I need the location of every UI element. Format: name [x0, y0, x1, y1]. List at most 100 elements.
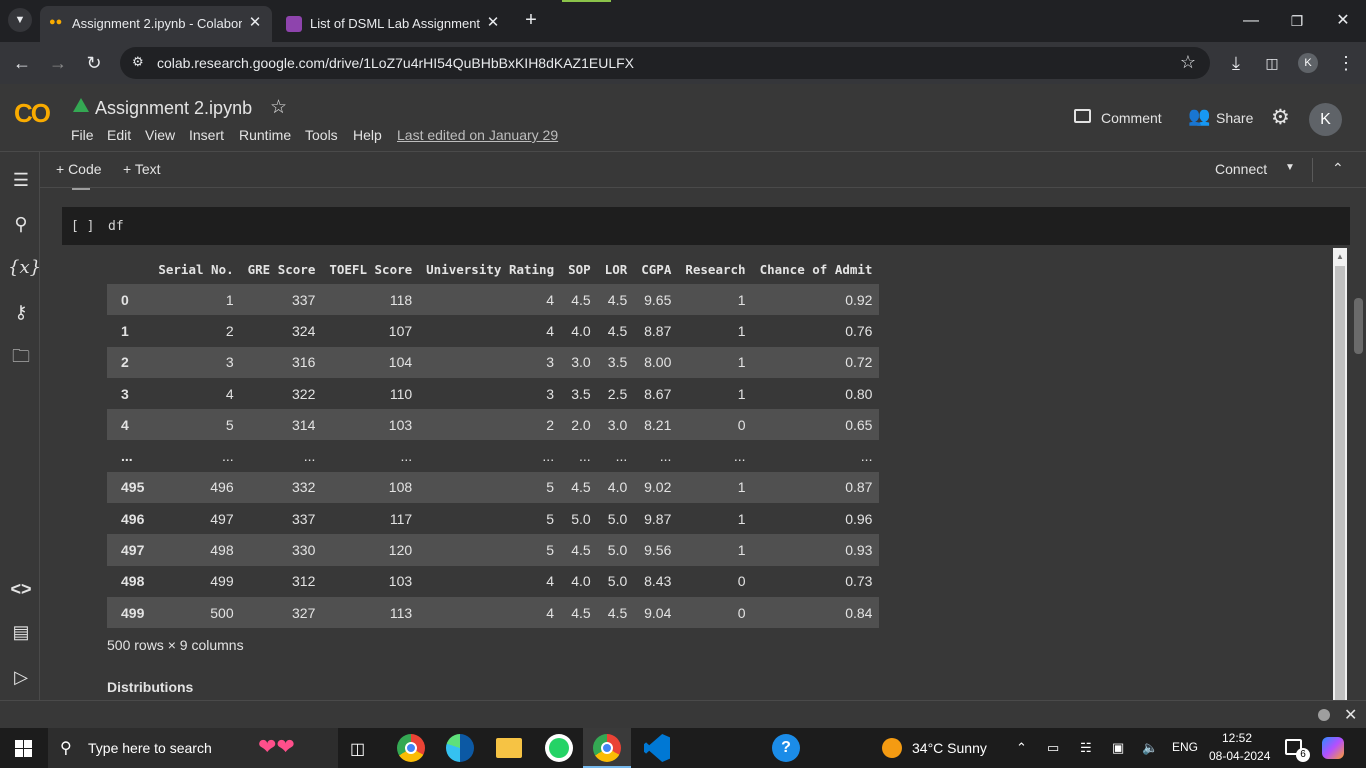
connect-button[interactable]: Connect: [1215, 161, 1267, 177]
tab-dsml-list[interactable]: List of DSML Lab Assignment ✕: [274, 6, 510, 42]
search-icon[interactable]: ⚲: [8, 211, 34, 237]
add-text-button[interactable]: + Text: [123, 161, 161, 177]
collapse-header-icon[interactable]: ⌃: [1332, 160, 1344, 177]
table-cell: 4: [419, 565, 562, 597]
table-row: 497 498 330 120 5 4.5 5.0 9.56 1 0.93: [107, 534, 880, 566]
files-folder-icon[interactable]: 🗀: [8, 343, 34, 369]
table-cell: 2: [151, 315, 241, 347]
chrome-icon[interactable]: [397, 734, 425, 762]
table-cell: 9.02: [634, 471, 679, 504]
forward-button[interactable]: →: [44, 50, 72, 76]
star-icon[interactable]: ☆: [270, 96, 287, 119]
status-close-icon[interactable]: ✕: [1344, 705, 1357, 725]
output-scrollbar[interactable]: ▲: [1333, 248, 1347, 700]
row-index: 498: [107, 565, 152, 597]
scroll-up-arrow-icon[interactable]: ▲: [1336, 252, 1344, 261]
table-cell: 103: [322, 565, 420, 597]
restore-button[interactable]: ❐: [1279, 8, 1315, 34]
url-text[interactable]: colab.research.google.com/drive/1LoZ7u4r…: [157, 55, 634, 71]
run-cell-button[interactable]: [ ]: [71, 219, 94, 234]
edge-icon[interactable]: [446, 734, 474, 762]
table-cell: 5: [419, 471, 562, 504]
browser-menu-icon[interactable]: ⋮: [1332, 50, 1360, 76]
side-panel-icon[interactable]: ◫: [1258, 50, 1286, 76]
secrets-key-icon[interactable]: ⚷: [8, 299, 34, 325]
download-icon[interactable]: ⤓: [1222, 50, 1250, 76]
tab-assignment[interactable]: ●● Assignment 2.ipynb - Colaborat ✕: [40, 6, 272, 42]
output-scroll-thumb[interactable]: [1335, 266, 1345, 700]
menu-runtime[interactable]: Runtime: [239, 127, 291, 143]
comment-button[interactable]: Comment: [1101, 110, 1162, 126]
table-cell: 3: [419, 377, 562, 410]
menu-edit[interactable]: Edit: [107, 127, 131, 143]
tab-title: List of DSML Lab Assignment: [310, 16, 481, 31]
column-header: CGPA: [641, 261, 672, 277]
page-scrollbar[interactable]: [1351, 188, 1366, 700]
user-avatar[interactable]: K: [1309, 103, 1342, 136]
tab-search-button[interactable]: ▼: [8, 8, 32, 32]
reload-button[interactable]: ↻: [80, 50, 108, 76]
taskbar-search-placeholder[interactable]: Type here to search: [88, 740, 212, 756]
task-view-icon[interactable]: ◫: [350, 739, 365, 759]
menu-tools[interactable]: Tools: [305, 127, 338, 143]
profile-avatar[interactable]: K: [1298, 53, 1318, 73]
table-cell: 1: [678, 346, 753, 378]
meet-icon[interactable]: ▣: [1112, 740, 1124, 756]
battery-icon[interactable]: ▭: [1047, 740, 1059, 756]
clock-date[interactable]: 08-04-2024: [1209, 749, 1270, 763]
whatsapp-icon[interactable]: [545, 734, 573, 762]
menu-view[interactable]: View: [145, 127, 175, 143]
table-cell: 0.73: [752, 565, 880, 597]
code-cell[interactable]: [ ] df: [62, 207, 1350, 245]
table-cell: 9.65: [634, 284, 679, 316]
page-scroll-thumb[interactable]: [1354, 298, 1363, 354]
connect-dropdown-icon[interactable]: ▼: [1285, 162, 1295, 173]
bookmark-star-icon[interactable]: ☆: [1180, 52, 1196, 73]
tab-close-icon[interactable]: ✕: [484, 14, 502, 32]
vscode-icon[interactable]: [644, 734, 670, 762]
cell-code[interactable]: df: [108, 219, 124, 234]
share-button[interactable]: Share: [1216, 110, 1253, 126]
table-cell: 4.0: [597, 471, 635, 504]
clock-time[interactable]: 12:52: [1222, 731, 1252, 745]
row-index: 496: [107, 503, 152, 535]
network-icon[interactable]: ☵: [1080, 740, 1092, 756]
close-window-button[interactable]: ✕: [1325, 8, 1361, 34]
tab-close-icon[interactable]: ✕: [246, 14, 264, 32]
colab-logo[interactable]: CO: [14, 98, 51, 129]
code-snippets-icon[interactable]: <>: [8, 576, 34, 602]
add-code-button[interactable]: + Code: [56, 161, 102, 177]
table-cell: 4.5: [561, 284, 598, 316]
last-edited-link[interactable]: Last edited on January 29: [397, 127, 558, 143]
language-indicator[interactable]: ENG: [1172, 740, 1198, 754]
menu-file[interactable]: File: [71, 127, 94, 143]
settings-gear-icon[interactable]: ⚙: [1271, 105, 1290, 130]
table-of-contents-icon[interactable]: ☰: [8, 167, 34, 193]
minimize-button[interactable]: —: [1233, 8, 1269, 34]
volume-icon[interactable]: 🔈: [1142, 740, 1158, 756]
table-row: 3 4 322 110 3 3.5 2.5 8.67 1 0.80: [107, 377, 880, 410]
chrome-profile-icon[interactable]: [593, 734, 621, 762]
taskbar-search[interactable]: ⚲ Type here to search ❤❤: [48, 728, 338, 768]
file-explorer-icon[interactable]: [496, 738, 522, 758]
terminal-icon[interactable]: ▷: [8, 664, 34, 690]
command-palette-icon[interactable]: ▤: [8, 619, 34, 645]
table-row: 499 500 327 113 4 4.5 4.5 9.04 0 0.84: [107, 596, 880, 629]
colab-favicon-icon: ●●: [49, 16, 63, 28]
new-tab-button[interactable]: +: [520, 8, 542, 32]
notebook-title[interactable]: Assignment 2.ipynb: [95, 98, 252, 119]
tray-chevron-icon[interactable]: ⌃: [1016, 740, 1027, 756]
address-bar[interactable]: ⚙ colab.research.google.com/drive/1LoZ7u…: [120, 47, 1210, 79]
site-info-icon[interactable]: ⚙: [132, 54, 144, 70]
column-header: TOEFL Score: [329, 261, 413, 277]
weather-text[interactable]: 34°C Sunny: [912, 740, 987, 756]
help-icon[interactable]: ?: [772, 734, 800, 762]
variables-icon[interactable]: {x}: [8, 255, 41, 281]
table-cell: 316: [240, 346, 323, 378]
back-button[interactable]: ←: [8, 50, 36, 76]
copilot-icon[interactable]: [1322, 737, 1344, 759]
windows-start-icon[interactable]: [15, 740, 32, 757]
menu-insert[interactable]: Insert: [189, 127, 224, 143]
menu-help[interactable]: Help: [353, 127, 382, 143]
table-cell: 324: [240, 315, 323, 347]
